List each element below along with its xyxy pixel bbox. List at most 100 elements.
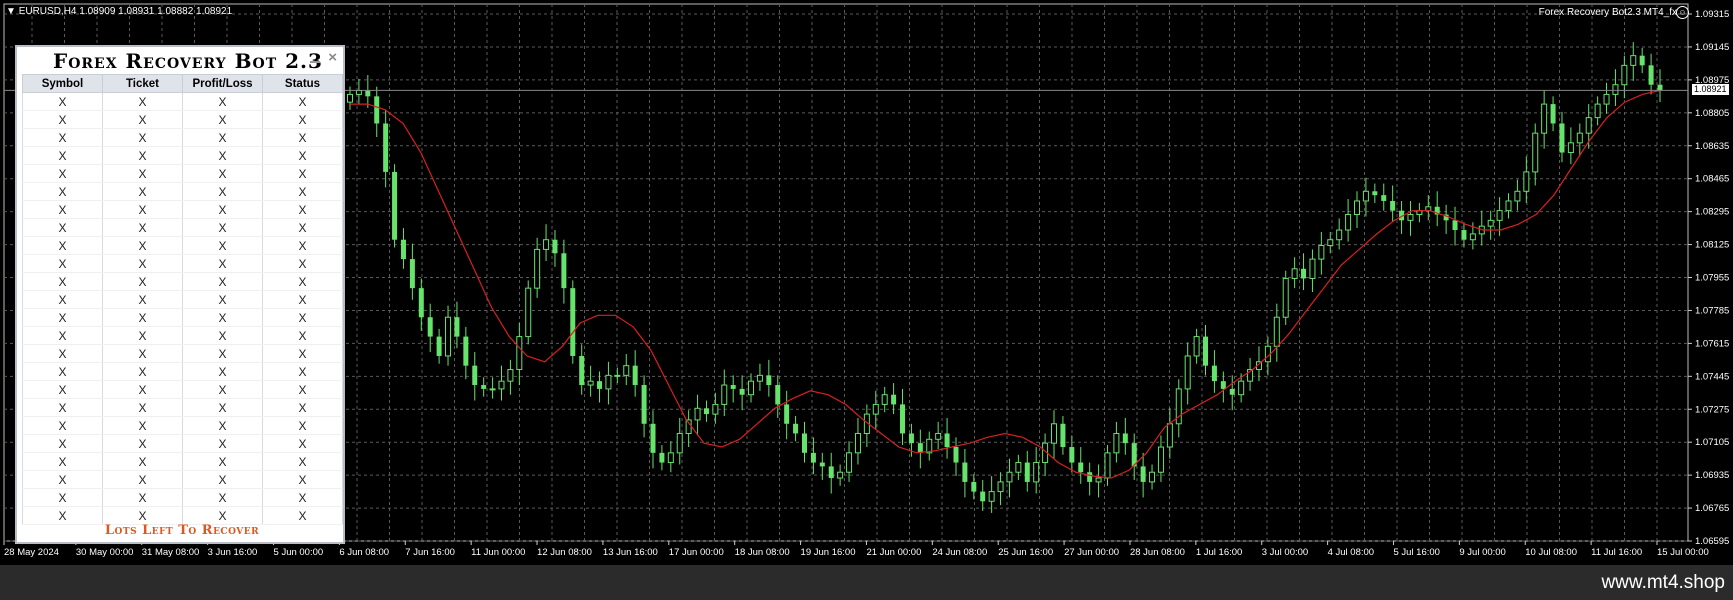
candle-body <box>1015 462 1022 473</box>
table-row: XXXX <box>22 272 343 291</box>
candle-body <box>793 423 799 434</box>
cell-status: X <box>262 506 343 525</box>
candle-body <box>801 433 807 453</box>
cell-ticket: X <box>102 470 183 489</box>
candle-body <box>1336 229 1343 241</box>
table-row: XXXX <box>22 200 343 219</box>
table-row: XXXX <box>22 308 343 327</box>
symbol-info: ▼ EURUSD,H4 1.08909 1.08931 1.08882 1.08… <box>6 6 232 17</box>
candle-body <box>1140 466 1146 482</box>
x-tick-label: 21 Jun 00:00 <box>866 547 921 558</box>
candle-body <box>1345 214 1352 231</box>
table-row: XXXX <box>22 344 343 363</box>
candle-body <box>1621 64 1628 86</box>
cell-status: X <box>262 110 343 129</box>
minimize-icon[interactable] <box>310 61 320 63</box>
candle-body <box>561 253 567 289</box>
candle-body <box>980 491 986 502</box>
candle-body <box>756 374 763 382</box>
candle-body <box>1505 200 1512 212</box>
candle-body <box>1211 365 1217 382</box>
cell-status: X <box>262 434 343 453</box>
candle-body <box>650 423 656 453</box>
cell-status: X <box>262 128 343 147</box>
cell-symbol: X <box>22 128 103 147</box>
candle-body <box>1514 190 1521 202</box>
cell-ticket: X <box>102 488 183 507</box>
cell-status: X <box>262 344 343 363</box>
table-header-row: Symbol Ticket Profit/Loss Status <box>22 74 343 93</box>
candle-body <box>872 403 879 415</box>
cell-symbol: X <box>22 488 103 507</box>
cell-ticket: X <box>102 272 183 291</box>
candle-body <box>570 288 576 356</box>
cell-ticket: X <box>102 92 183 111</box>
cell-status: X <box>262 236 343 255</box>
cell-profit-loss: X <box>182 110 263 129</box>
cell-status: X <box>262 398 343 417</box>
cell-profit-loss: X <box>182 362 263 381</box>
cell-status: X <box>262 470 343 489</box>
candle-body <box>605 374 612 390</box>
candle-body <box>1425 206 1432 212</box>
cell-symbol: X <box>22 416 103 435</box>
table-row: XXXX <box>22 92 343 111</box>
candle-body <box>1087 472 1093 482</box>
y-tick-label: 1.06595 <box>1695 536 1729 547</box>
y-tick-label: 1.08295 <box>1695 207 1729 218</box>
candle-body <box>1576 132 1583 144</box>
cell-status: X <box>262 164 343 183</box>
candle-body <box>1381 195 1387 201</box>
cell-symbol: X <box>22 236 103 255</box>
x-tick-label: 17 Jun 00:00 <box>669 547 724 558</box>
cell-symbol: X <box>22 164 103 183</box>
y-tick-label: 1.07445 <box>1695 371 1729 382</box>
candle-body <box>552 239 558 254</box>
candle-body <box>971 481 977 492</box>
cell-profit-loss: X <box>182 344 263 363</box>
y-tick-label: 1.06935 <box>1695 470 1729 481</box>
candle-body <box>908 433 914 444</box>
candle-body <box>418 288 424 318</box>
cell-symbol: X <box>22 218 103 237</box>
cell-status: X <box>262 200 343 219</box>
cell-ticket: X <box>102 182 183 201</box>
cell-ticket: X <box>102 218 183 237</box>
table-row: XXXX <box>22 488 343 507</box>
cell-symbol: X <box>22 110 103 129</box>
x-tick-label: 28 Jun 08:00 <box>1130 547 1185 558</box>
cell-ticket: X <box>102 506 183 525</box>
candle-body <box>1095 477 1102 483</box>
table-row: XXXX <box>22 128 343 147</box>
table-row: XXXX <box>22 236 343 255</box>
column-header-symbol: Symbol <box>22 74 103 93</box>
candle-body <box>597 381 603 389</box>
candle-body <box>846 452 853 473</box>
candle-body <box>365 90 371 97</box>
candle-body <box>730 385 736 389</box>
x-tick-label: 28 May 2024 <box>4 547 59 558</box>
y-tick-label: 1.06765 <box>1695 503 1729 514</box>
y-tick-label: 1.07785 <box>1695 305 1729 316</box>
dropdown-triangle-icon[interactable]: ▼ <box>6 6 19 17</box>
candle-body <box>409 259 415 289</box>
candle-body <box>1113 432 1120 454</box>
close-icon[interactable]: × <box>328 49 337 66</box>
watermark: www.mt4.shop <box>1601 572 1725 593</box>
x-tick-label: 11 Jun 00:00 <box>471 547 525 558</box>
cell-profit-loss: X <box>182 326 263 345</box>
candle-body <box>623 365 630 376</box>
x-tick-label: 6 Jun 08:00 <box>339 547 389 558</box>
candle-body <box>676 432 683 454</box>
cell-status: X <box>262 326 343 345</box>
y-tick-label: 1.09145 <box>1695 42 1729 53</box>
cell-profit-loss: X <box>182 218 263 237</box>
chart-area[interactable]: 1.09315 1.09145 1.08975 1.08805 1.08635 1.084… <box>0 0 1733 565</box>
candle-body <box>1318 245 1325 260</box>
cell-symbol: X <box>22 506 103 525</box>
candle-body <box>1657 84 1663 91</box>
cell-symbol: X <box>22 398 103 417</box>
cell-symbol: X <box>22 380 103 399</box>
x-tick-label: 9 Jul 00:00 <box>1459 547 1505 558</box>
x-tick-label: 1 Jul 16:00 <box>1196 547 1242 558</box>
